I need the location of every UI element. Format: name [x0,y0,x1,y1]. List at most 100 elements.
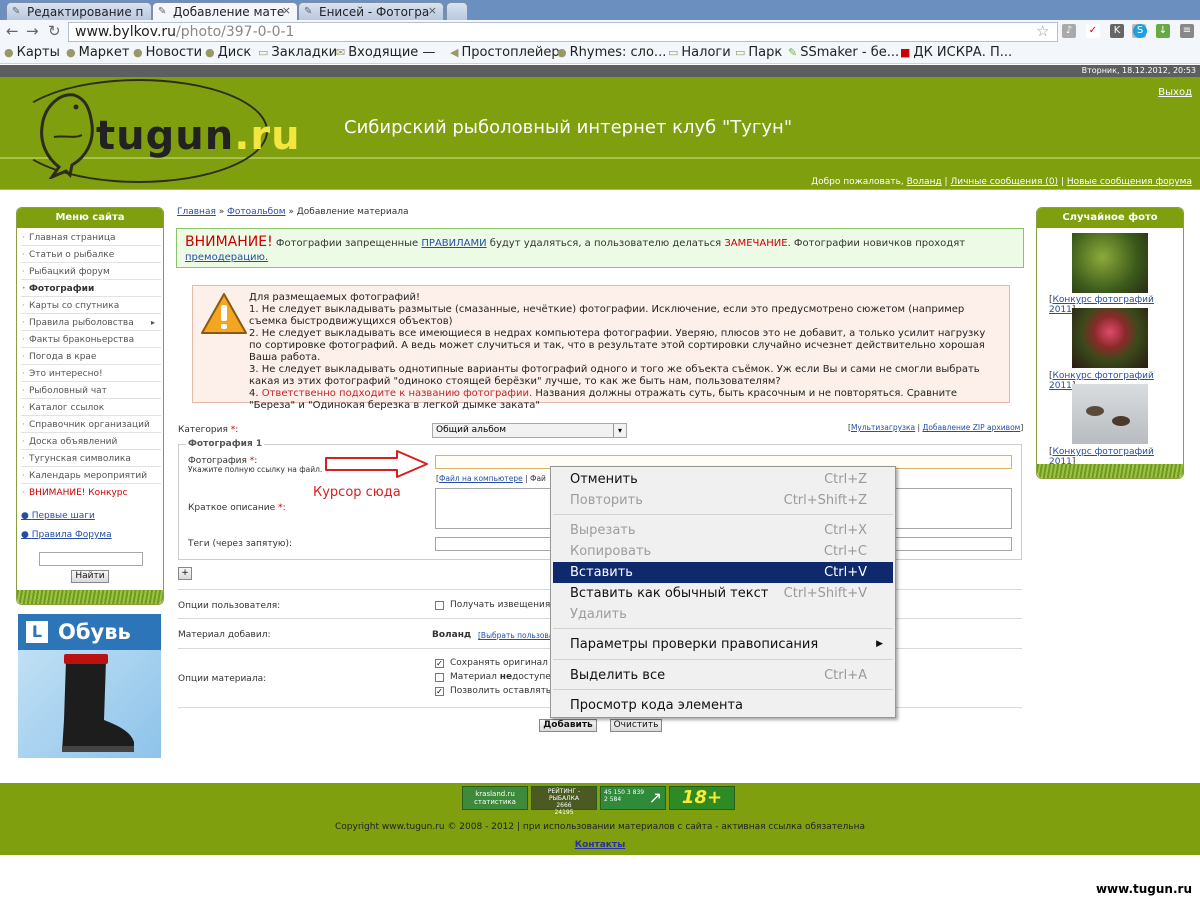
allow-comments-label: Позволить оставлять к [450,686,560,696]
zip-upload-link[interactable]: Добавление ZIP архивом [922,423,1020,432]
add-photo-button[interactable]: + [178,567,192,580]
menu-item-contest[interactable]: ВНИМАНИЕ! Конкурс [21,485,161,501]
choose-user-link[interactable]: [Выбрать пользова [478,631,553,640]
context-select-all[interactable]: Выделить все Ctrl+A [553,665,893,686]
user-link[interactable]: Воланд [907,177,942,187]
menu-item[interactable]: Статьи о рыбалке [21,247,161,263]
context-spellcheck[interactable]: Параметры проверки правописания ▶ [553,634,893,655]
forum-messages-link[interactable]: Новые сообщения форума [1067,177,1192,187]
check-icon[interactable]: ✓ [1086,24,1100,38]
browser-tab-label: Енисей - Фотогра [319,5,430,19]
first-steps-link[interactable]: ● Первые шаги [21,511,95,521]
menu-item-label: Рыбацкий форум [29,267,110,277]
back-icon[interactable]: ← [6,22,19,40]
clear-button[interactable]: Очистить [610,719,662,732]
fishing-rating-counter[interactable]: РЕЙТИНГ - РЫБАЛКА 2666 24195 [531,786,597,816]
menu-item-active[interactable]: Фотографии [21,281,161,297]
logout-link[interactable]: Выход [1158,87,1192,98]
new-tab-button[interactable] [446,2,468,20]
menu-item[interactable]: Тугунская символика [21,451,161,467]
context-undo[interactable]: Отменить Ctrl+Z [553,469,893,490]
context-cut[interactable]: Вырезать Ctrl+X [553,520,893,541]
browser-tab[interactable]: ✎ Енисей - Фотогра × [298,2,444,20]
boots-ad-banner[interactable]: L Обувь [18,614,161,758]
liveinternet-counter[interactable]: 45 150 3 839 2 584 ↗ [600,786,666,810]
site-search-input[interactable] [39,552,143,566]
menu-item[interactable]: Карты со спутника [21,298,161,314]
ad-logo-icon: L [26,621,48,643]
download-icon[interactable]: ↓ [1156,24,1170,38]
forum-rules-link[interactable]: ● Правила Форума [21,530,112,540]
unavailable-checkbox[interactable] [435,673,444,682]
bookmark-folder[interactable]: ▭ Налоги [668,45,731,60]
site-search-button[interactable]: Найти [71,570,109,583]
bookmark-item[interactable]: ◀ Простоплейер [450,45,560,60]
context-item-label: Параметры проверки правописания [570,637,819,652]
breadcrumb-album[interactable]: Фотоальбом [227,207,285,217]
bookmark-folder[interactable]: ▭ Парк [735,45,782,60]
menu-item[interactable]: Главная страница [21,230,161,246]
context-copy[interactable]: Копировать Ctrl+C [553,541,893,562]
menu-item-label: Доска объявлений [29,437,118,447]
multi-upload-link[interactable]: Мультизагрузка [851,423,915,432]
menu-item[interactable]: Факты браконьерства [21,332,161,348]
logo-text[interactable]: tugun.ru [96,113,301,159]
keep-original-checkbox[interactable]: ✓ [435,659,444,668]
file-from-pc-link[interactable]: Файл на компьютере [439,474,523,483]
wrench-icon[interactable]: ≡ [1180,24,1194,38]
reload-icon[interactable]: ↻ [48,22,61,40]
menu-item[interactable]: Календарь мероприятий [21,468,161,484]
rules-link[interactable]: ПРАВИЛАМИ [421,238,486,249]
warning-title: ВНИМАНИЕ! [185,234,273,250]
context-item-shortcut: Ctrl+Z [824,472,867,487]
photo-thumbnail-garden[interactable] [1072,233,1148,293]
context-separator [553,659,893,660]
context-separator [553,689,893,690]
bookmark-item[interactable]: ● Rhymes: сло... [557,45,666,60]
notify-checkbox[interactable] [435,601,444,610]
close-tab-icon[interactable]: × [282,4,291,17]
context-paste[interactable]: Вставить Ctrl+V [553,562,893,583]
bookmark-item[interactable]: ● Диск [205,45,251,60]
bookmark-item[interactable]: ■ ДК ИСКРА. П... [900,45,1012,60]
close-tab-icon[interactable]: × [428,4,437,17]
star-icon[interactable]: ☆ [1036,22,1049,40]
menu-item[interactable]: Правила рыболовства ▸ [21,315,161,331]
menu-item[interactable]: Доска объявлений [21,434,161,450]
photo-thumbnail-ducks[interactable] [1072,384,1148,444]
context-delete[interactable]: Удалить [553,604,893,625]
bookmark-item[interactable]: ● Новости [133,45,202,60]
menu-item[interactable]: Рыбацкий форум [21,264,161,280]
breadcrumb-home[interactable]: Главная [177,207,216,217]
menu-item[interactable]: Справочник организаций [21,417,161,433]
krasland-counter[interactable]: krasland.ru статистика [462,786,528,810]
bookmark-item[interactable]: ✉ Входящие — [336,45,435,60]
skype-icon[interactable]: S [1133,24,1147,38]
context-redo[interactable]: Повторить Ctrl+Shift+Z [553,490,893,511]
mail-icon: ✉ [336,46,346,59]
contacts-link[interactable]: Контакты [0,840,1200,850]
bookmark-folder[interactable]: ▭ Закладки [258,45,337,60]
menu-item[interactable]: Каталог ссылок [21,400,161,416]
forward-icon[interactable]: → [26,22,39,40]
address-bar[interactable]: www.bylkov.ru/photo/397-0-0-1 [68,22,1058,42]
bookmark-item[interactable]: ● Маркет [66,45,129,60]
random-photo-title: Случайное фото [1037,208,1183,228]
bookmark-item[interactable]: ✎ SSmaker - бе... [788,45,899,60]
k-icon[interactable]: K [1110,24,1124,38]
menu-item[interactable]: Рыболовный чат [21,383,161,399]
photo-thumbnail-flowers[interactable] [1072,308,1148,368]
premoderation-link[interactable]: премодерацию. [185,252,268,263]
speaker-icon[interactable]: ♪ [1062,24,1076,38]
context-paste-plain[interactable]: Вставить как обычный текст Ctrl+Shift+V [553,583,893,604]
category-select[interactable]: Общий альбом ▾ [432,423,627,438]
browser-tab[interactable]: ✎ Редактирование п [6,2,152,20]
menu-item[interactable]: Это интересно! [21,366,161,382]
browser-tab-active[interactable]: ✎ Добавление мате × [152,2,298,21]
allow-comments-checkbox[interactable]: ✓ [435,687,444,696]
bookmark-item[interactable]: ● Карты [4,45,60,60]
context-inspect[interactable]: Просмотр кода элемента [553,695,893,716]
menu-item[interactable]: Погода в крае [21,349,161,365]
submit-button[interactable]: Добавить [539,719,597,732]
messages-link[interactable]: Личные сообщения (0) [950,177,1058,187]
